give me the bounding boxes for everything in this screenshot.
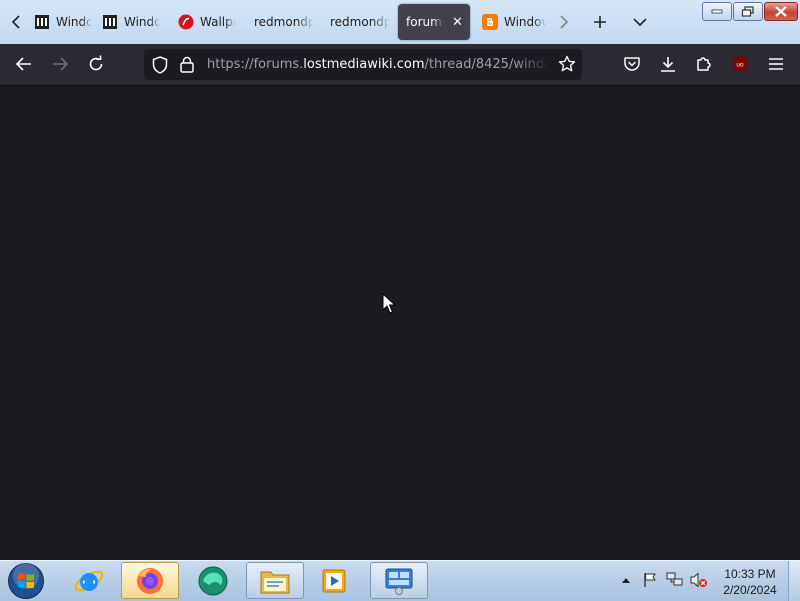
scroll-tabs-right-button[interactable] — [552, 4, 576, 40]
taskbar-windows-explorer[interactable] — [246, 562, 304, 599]
tab-5[interactable]: forums ✕ — [398, 4, 470, 40]
minimize-button[interactable] — [702, 2, 732, 21]
arrow-left-icon — [15, 57, 31, 71]
url-domain: lostmediawiki.com — [303, 57, 425, 72]
restore-button[interactable] — [733, 2, 763, 21]
system-clock[interactable]: 10:33 PM 2/20/2024 — [716, 566, 784, 598]
folder-icon — [260, 571, 290, 593]
puzzle-piece-icon — [697, 57, 711, 71]
action-center-button[interactable] — [641, 571, 659, 589]
tab-2[interactable]: Wallpapers — [170, 4, 236, 40]
tab-6[interactable]: Windows 7 Blog — [474, 4, 546, 40]
taskbar-firefox[interactable] — [121, 562, 179, 599]
internet-explorer-icon — [74, 570, 104, 591]
list-all-tabs-button[interactable] — [628, 4, 652, 40]
show-hidden-icons-button[interactable] — [617, 571, 635, 589]
url-prefix: https://forums. — [207, 57, 304, 72]
taskbar: 10:33 PM 2/20/2024 — [0, 560, 800, 601]
url-bar[interactable]: https://forums.lostmediawiki.com/thread/… — [144, 49, 582, 80]
download-icon — [661, 57, 675, 72]
tab-0[interactable]: Windows 7 Wiki — [26, 4, 92, 40]
taskbar-app-green-swirl[interactable] — [184, 562, 242, 599]
network-icon — [666, 572, 683, 586]
clock-time: 10:33 PM — [724, 567, 776, 581]
show-desktop-button[interactable] — [788, 561, 800, 601]
wikipedia-icon — [102, 14, 118, 30]
clock-date: 2/20/2024 — [723, 583, 777, 597]
back-button[interactable] — [10, 50, 38, 78]
reload-button[interactable] — [82, 50, 110, 78]
ublock-origin-button[interactable]: uo — [726, 50, 754, 78]
tab-title: Windows 7 Wiki — [56, 15, 92, 29]
new-tab-button[interactable] — [588, 4, 612, 40]
close-icon — [775, 6, 787, 17]
red-circle-icon — [178, 14, 194, 30]
downloads-button[interactable] — [654, 50, 682, 78]
network-button[interactable] — [666, 571, 684, 589]
tab-title: forums — [406, 15, 444, 29]
application-menu-button[interactable] — [762, 50, 790, 78]
reload-icon — [89, 55, 103, 71]
chevron-down-icon — [633, 18, 647, 27]
chevron-right-icon — [560, 15, 569, 29]
hamburger-menu-icon — [769, 58, 783, 70]
taskbar-media-player[interactable] — [306, 562, 364, 599]
triangle-up-icon — [622, 578, 630, 583]
wikipedia-icon — [34, 14, 50, 30]
windows-start-orb-icon — [8, 563, 44, 599]
url-text[interactable]: https://forums.lostmediawiki.com/thread/… — [207, 57, 549, 72]
blogger-icon — [482, 14, 498, 30]
volume-muted-icon — [690, 572, 707, 588]
svg-text:uo: uo — [736, 62, 744, 69]
tab-title: Windows 7 Blog — [504, 15, 546, 29]
arrow-right-icon — [53, 57, 69, 71]
tab-title: redmondpie — [330, 15, 390, 29]
scroll-tabs-left-button[interactable] — [4, 4, 28, 40]
bookmark-star-icon[interactable] — [558, 55, 576, 73]
taskbar-internet-explorer[interactable] — [60, 562, 118, 599]
taskbar-control-panel[interactable] — [370, 562, 428, 599]
plus-icon — [594, 16, 606, 28]
forward-button[interactable] — [46, 50, 74, 78]
media-player-icon — [322, 569, 346, 592]
lock-icon[interactable] — [180, 56, 194, 73]
mouse-pointer-icon — [382, 293, 396, 314]
shield-icon[interactable] — [152, 56, 168, 74]
tab-title: Wallpapers — [200, 15, 236, 29]
url-path: /thread/8425/windows — [424, 57, 550, 72]
minimize-icon — [711, 9, 723, 13]
restore-icon — [741, 5, 754, 17]
page-content[interactable] — [0, 86, 800, 560]
chevron-left-icon — [11, 15, 20, 29]
green-swirl-icon — [198, 566, 228, 595]
tab-3[interactable]: redmondpie — [246, 4, 314, 40]
pocket-icon — [624, 57, 640, 71]
tab-strip: Windows 7 Wiki Windows 7 Wiki Wallpapers… — [0, 0, 800, 44]
tab-title: Windows 7 Wiki — [124, 15, 160, 29]
tab-title: redmondpie — [254, 15, 314, 29]
pocket-button[interactable] — [618, 50, 646, 78]
ublock-origin-icon: uo — [733, 56, 747, 72]
close-window-button[interactable] — [764, 2, 798, 21]
flag-icon — [644, 573, 656, 587]
start-button[interactable] — [6, 562, 46, 600]
navigation-toolbar: https://forums.lostmediawiki.com/thread/… — [0, 44, 800, 86]
extensions-button[interactable] — [690, 50, 718, 78]
volume-button[interactable] — [690, 571, 708, 589]
tab-1[interactable]: Windows 7 Wiki — [94, 4, 160, 40]
close-tab-icon[interactable]: ✕ — [452, 15, 463, 30]
tab-4[interactable]: redmondpie — [322, 4, 390, 40]
firefox-icon — [137, 567, 163, 594]
control-panel-icon — [385, 568, 413, 595]
